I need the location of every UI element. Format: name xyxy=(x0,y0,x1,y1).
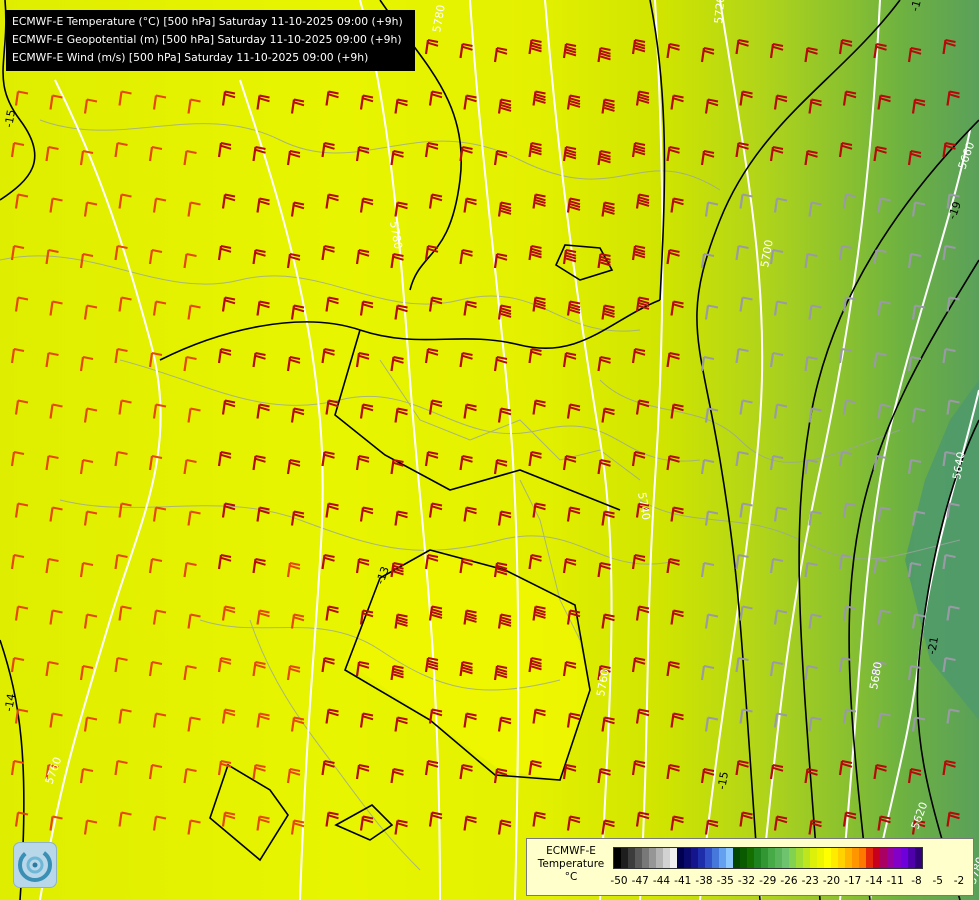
legend-swatch xyxy=(873,848,880,868)
legend-tick-label: -2 xyxy=(953,875,965,887)
legend-tick-label: -11 xyxy=(886,875,904,887)
legend-swatch xyxy=(698,848,705,868)
legend-tick-label: -38 xyxy=(695,875,713,887)
legend-swatch xyxy=(796,848,803,868)
legend-swatch xyxy=(824,848,831,868)
temperature-field xyxy=(0,0,979,900)
legend-title: ECMWF-E Temperature °C xyxy=(537,845,605,883)
legend-swatch xyxy=(901,848,908,868)
legend-swatch xyxy=(845,848,852,868)
legend-swatch xyxy=(621,848,628,868)
legend-tick-label: -20 xyxy=(822,875,841,887)
legend-swatch xyxy=(866,848,873,868)
legend-swatch xyxy=(852,848,859,868)
legend-swatch xyxy=(642,848,649,868)
legend-swatch xyxy=(677,848,684,868)
legend-swatch xyxy=(649,848,656,868)
legend-tick-label: -41 xyxy=(674,875,692,887)
legend-swatch xyxy=(726,848,733,868)
legend-tick-label: -5 xyxy=(932,875,943,887)
legend-swatch xyxy=(663,848,670,868)
legend-swatch xyxy=(782,848,789,868)
legend-swatch xyxy=(614,848,621,868)
legend-swatch xyxy=(894,848,901,868)
legend-swatch xyxy=(754,848,761,868)
legend-tick-label: -47 xyxy=(631,875,649,887)
legend-swatch xyxy=(768,848,775,868)
title-geopotential: ECMWF-E Geopotential (m) [500 hPa] Satur… xyxy=(12,33,402,46)
title-temperature: ECMWF-E Temperature (°C) [500 hPa] Satur… xyxy=(12,15,403,28)
legend-swatch xyxy=(684,848,691,868)
weather-map: 5780 5720 5700 5780 5740 5760 5760 5680 5660 5640… xyxy=(0,0,979,900)
legend-swatch xyxy=(887,848,894,868)
legend-swatch xyxy=(628,848,635,868)
legend-swatch xyxy=(810,848,817,868)
legend-swatch xyxy=(831,848,838,868)
logo-icon xyxy=(13,842,57,888)
legend-tick-label: -26 xyxy=(780,875,798,887)
legend-tick-label: -29 xyxy=(759,875,777,887)
legend-swatch xyxy=(733,848,740,868)
legend-tick-label: -8 xyxy=(911,875,922,887)
legend-swatch xyxy=(656,848,663,868)
legend-tick-label: -35 xyxy=(716,875,734,887)
map-title-box: ECMWF-E Temperature (°C) [500 hPa] Satur… xyxy=(6,10,415,71)
legend-tick-labels: -50 -47 -44 -41 -38 -35 -32 -29 -26 -23 -20 -17 -14-… xyxy=(607,875,971,889)
legend-swatch xyxy=(838,848,845,868)
legend-swatch xyxy=(803,848,810,868)
legend-swatch xyxy=(915,848,922,868)
legend-color-scale xyxy=(613,847,923,869)
temperature-legend: ECMWF-E Temperature °C -50 -47 -44 -41 -38 -3… xyxy=(526,838,974,896)
legend-swatch xyxy=(670,848,677,868)
legend-swatch xyxy=(880,848,887,868)
legend-swatch xyxy=(740,848,747,868)
geopotential-label: 5720 xyxy=(712,0,727,24)
legend-swatch xyxy=(691,848,698,868)
legend-swatch xyxy=(705,848,712,868)
legend-tick-label: -17 xyxy=(844,875,862,887)
legend-swatch xyxy=(719,848,726,868)
legend-tick-label: -23 xyxy=(801,875,819,887)
legend-tick-label: -14 xyxy=(865,875,883,887)
title-wind: ECMWF-E Wind (m/s) [500 hPa] Saturday 11… xyxy=(12,51,369,64)
legend-tick-label: -50 xyxy=(610,875,628,887)
legend-swatch xyxy=(789,848,796,868)
legend-swatch xyxy=(908,848,915,868)
legend-swatch xyxy=(859,848,866,868)
legend-swatch xyxy=(747,848,754,868)
map-canvas: 5780 572057005780574057605760568056605640… xyxy=(0,0,979,900)
legend-tick-label: -32 xyxy=(737,875,756,887)
legend-tick-label: -44 xyxy=(652,875,671,887)
legend-swatch xyxy=(712,848,719,868)
legend-swatch xyxy=(761,848,768,868)
legend-swatch xyxy=(817,848,824,868)
legend-swatch xyxy=(775,848,782,868)
legend-swatch xyxy=(635,848,642,868)
